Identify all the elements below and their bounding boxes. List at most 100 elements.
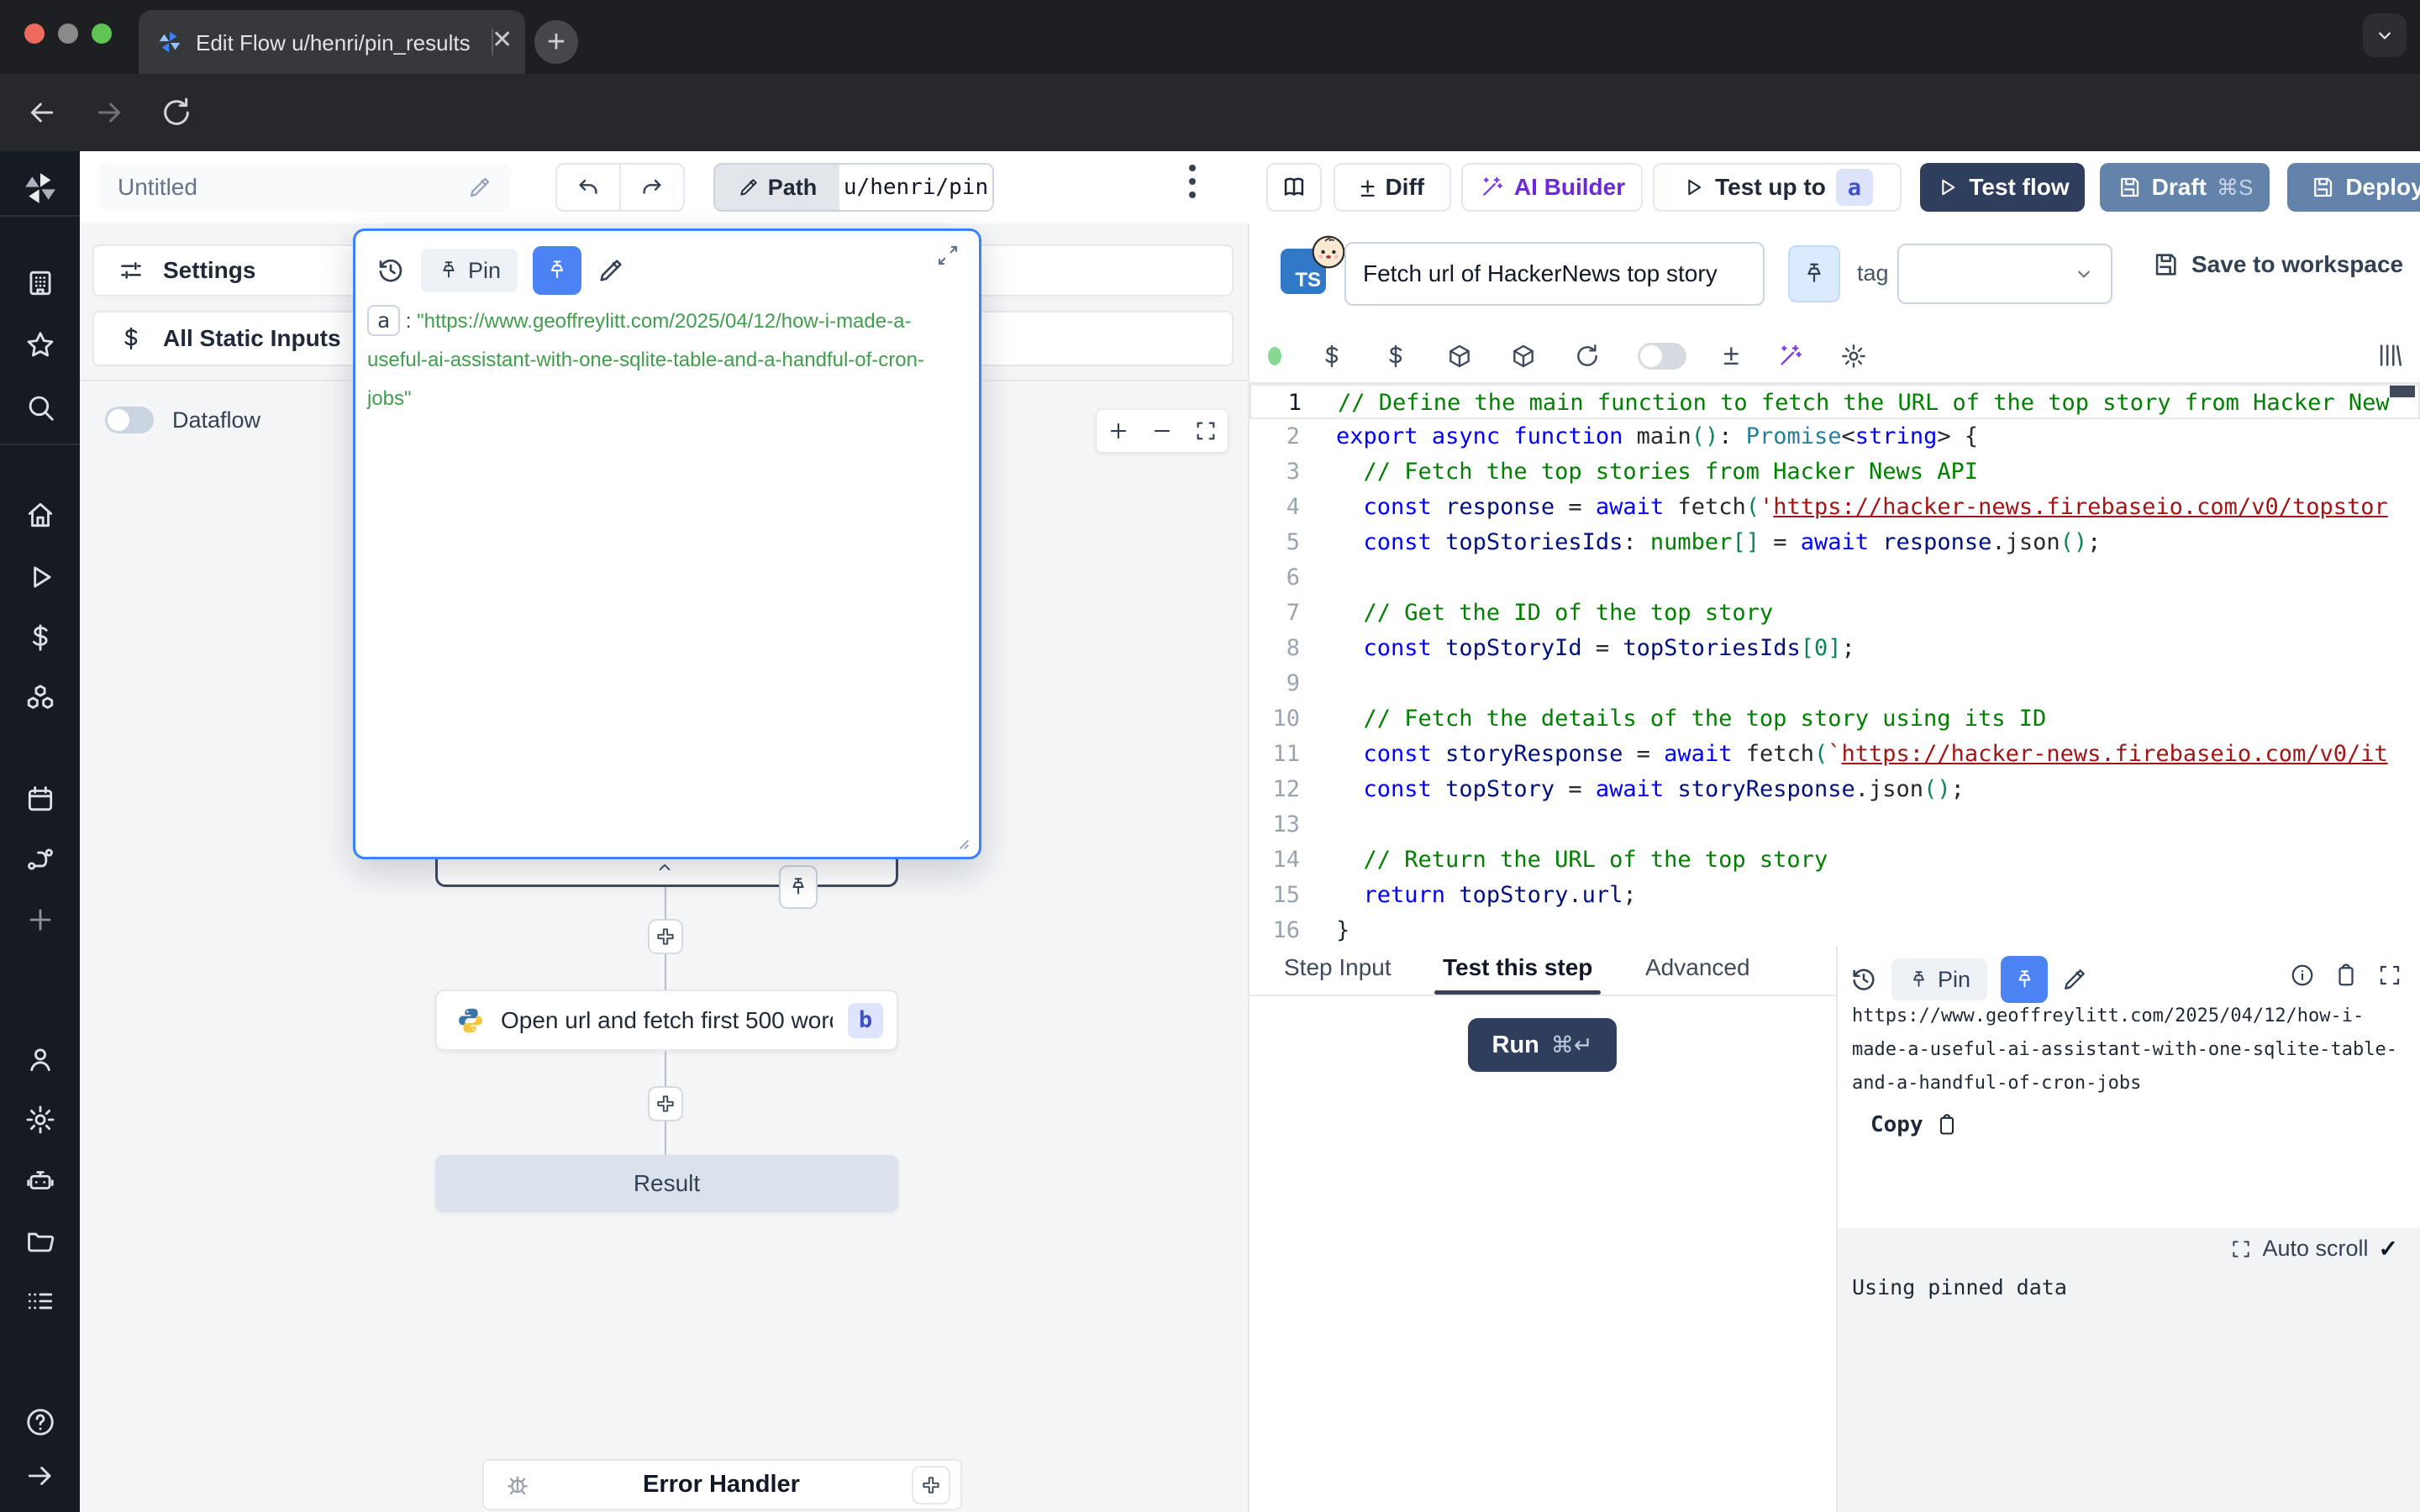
code-line[interactable]: 9 bbox=[1249, 666, 2420, 701]
schedules-calendar-icon[interactable] bbox=[24, 783, 56, 815]
path-group[interactable]: Path u/henri/pin bbox=[713, 163, 994, 212]
favorites-star-icon[interactable] bbox=[24, 329, 56, 361]
resize-handle[interactable] bbox=[949, 829, 971, 851]
code-line[interactable]: 1// Define the main function to fetch th… bbox=[1249, 384, 2420, 419]
runs-play-icon[interactable] bbox=[24, 561, 56, 593]
editor-settings-gear-icon[interactable] bbox=[1840, 343, 1867, 370]
save-to-workspace-button[interactable]: Save to workspace bbox=[2151, 250, 2403, 279]
search-icon[interactable] bbox=[24, 391, 56, 423]
user-icon[interactable] bbox=[24, 1043, 56, 1075]
tag-select[interactable] bbox=[1897, 244, 2112, 304]
ai-wand-icon[interactable] bbox=[1776, 343, 1803, 370]
code-line[interactable]: 5 const topStoriesIds: number[] = await … bbox=[1249, 525, 2420, 560]
expand-icon[interactable] bbox=[2377, 963, 2402, 988]
tab-test-this-step[interactable]: Test this step bbox=[1443, 954, 1592, 981]
clipboard-icon[interactable] bbox=[2333, 963, 2359, 988]
code-line[interactable]: 11 const storyResponse = await fetch(`ht… bbox=[1249, 737, 2420, 772]
close-window-button[interactable] bbox=[24, 24, 45, 44]
package-icon[interactable] bbox=[1510, 343, 1537, 370]
history-icon[interactable] bbox=[376, 255, 406, 286]
test-up-to-button[interactable]: Test up to a bbox=[1653, 163, 1902, 212]
pin-tab-button[interactable]: Pin bbox=[421, 249, 518, 292]
insert-step-button[interactable] bbox=[648, 1086, 683, 1121]
tab-search-button[interactable] bbox=[2363, 13, 2407, 57]
code-line[interactable]: 4 const response = await fetch('https://… bbox=[1249, 490, 2420, 525]
windmill-logo[interactable] bbox=[22, 170, 54, 202]
new-tab-button[interactable]: + bbox=[534, 20, 578, 64]
resources-cubes-icon[interactable] bbox=[24, 682, 56, 714]
code-line[interactable]: 6 bbox=[1249, 560, 2420, 596]
variables-dollar-icon[interactable] bbox=[1382, 343, 1409, 370]
logs-list-icon[interactable] bbox=[24, 1285, 56, 1317]
workspace-icon[interactable] bbox=[24, 267, 56, 299]
collapse-sidebar-arrow-icon[interactable] bbox=[24, 1460, 56, 1492]
pinned-value[interactable]: a : "https://www.geoffreylitt.com/2025/0… bbox=[367, 302, 967, 418]
tab-close-icon[interactable]: ✕ bbox=[492, 25, 513, 55]
code-line[interactable]: 8 const topStoryId = topStoriesIds[0]; bbox=[1249, 631, 2420, 666]
variables-dollar-icon[interactable] bbox=[24, 622, 56, 654]
code-line[interactable]: 16} bbox=[1249, 913, 2420, 948]
static-inputs-dollar-icon[interactable] bbox=[1318, 343, 1345, 370]
reload-icon[interactable] bbox=[1574, 343, 1601, 370]
run-button[interactable]: Run ⌘↵ bbox=[1468, 1018, 1617, 1072]
diff-plusminus-icon[interactable]: ± bbox=[1723, 339, 1739, 372]
test-flow-button[interactable]: Test flow bbox=[1920, 163, 2085, 212]
redo-button[interactable] bbox=[621, 174, 683, 201]
code-line[interactable]: 2export async function main(): Promise<s… bbox=[1249, 419, 2420, 454]
more-options-icon[interactable] bbox=[1189, 178, 1196, 185]
expand-icon[interactable] bbox=[935, 243, 960, 268]
draft-button[interactable]: Draft ⌘S bbox=[2100, 163, 2270, 212]
pin-tab-button[interactable]: Pin bbox=[1891, 958, 1987, 1000]
add-plus-icon[interactable] bbox=[24, 904, 56, 936]
history-icon[interactable] bbox=[1849, 965, 1878, 994]
info-icon[interactable] bbox=[2290, 963, 2315, 988]
code-line[interactable]: 14 // Return the URL of the top story bbox=[1249, 843, 2420, 878]
code-line[interactable]: 12 const topStory = await storyResponse.… bbox=[1249, 772, 2420, 807]
workers-robot-icon[interactable] bbox=[24, 1164, 56, 1196]
back-button[interactable] bbox=[25, 96, 59, 129]
pinned-toggle-button[interactable] bbox=[533, 246, 581, 295]
node-a-pin-badge[interactable] bbox=[779, 865, 818, 909]
undo-button[interactable] bbox=[557, 174, 619, 201]
dataflow-toggle[interactable] bbox=[105, 407, 154, 433]
result-value[interactable]: https://www.geoffreylitt.com/2025/04/12/… bbox=[1852, 1000, 2397, 1100]
browser-tab[interactable]: Edit Flow u/henri/pin_results ✕ bbox=[139, 10, 525, 74]
code-line[interactable]: 10 // Fetch the details of the top story… bbox=[1249, 701, 2420, 737]
insert-step-button[interactable] bbox=[648, 919, 683, 954]
path-edit-button[interactable]: Path bbox=[715, 165, 839, 210]
code-line[interactable]: 3 // Fetch the top stories from Hacker N… bbox=[1249, 454, 2420, 490]
zoom-out-icon[interactable] bbox=[1150, 419, 1174, 443]
ai-builder-button[interactable]: AI Builder bbox=[1461, 163, 1643, 212]
flow-node-result[interactable]: Result bbox=[435, 1155, 898, 1212]
maximize-window-button[interactable] bbox=[92, 24, 112, 44]
add-error-handler-button[interactable] bbox=[912, 1466, 950, 1504]
edit-pencil-icon[interactable] bbox=[2061, 966, 2088, 993]
docs-book-button[interactable] bbox=[1266, 163, 1322, 212]
error-handler-node[interactable]: Error Handler bbox=[482, 1459, 962, 1510]
forward-button[interactable] bbox=[92, 96, 126, 129]
help-icon[interactable] bbox=[24, 1406, 56, 1438]
fit-view-icon[interactable] bbox=[1194, 419, 1218, 443]
flow-name-input[interactable]: Untitled bbox=[99, 163, 511, 212]
pin-input-button[interactable] bbox=[1788, 245, 1840, 302]
code-line[interactable]: 13 bbox=[1249, 807, 2420, 843]
pinned-toggle-button[interactable] bbox=[2001, 956, 2048, 1003]
deploy-button[interactable]: Deploy bbox=[2287, 163, 2420, 212]
code-line[interactable]: 15 return topStory.url; bbox=[1249, 878, 2420, 913]
zoom-in-icon[interactable] bbox=[1107, 419, 1130, 443]
home-icon[interactable] bbox=[24, 499, 56, 531]
reload-button[interactable] bbox=[160, 96, 193, 129]
flow-node-b[interactable]: Open url and fetch first 500 words of ..… bbox=[435, 990, 898, 1051]
folders-icon[interactable] bbox=[24, 1225, 56, 1257]
copy-button[interactable]: Copy bbox=[1870, 1112, 1959, 1137]
code-line[interactable]: 7 // Get the ID of the top story bbox=[1249, 596, 2420, 631]
test-up-to-target-badge[interactable]: a bbox=[1836, 169, 1873, 206]
diff-button[interactable]: ± Diff bbox=[1334, 163, 1451, 212]
tab-step-input[interactable]: Step Input bbox=[1284, 954, 1392, 981]
package-icon[interactable] bbox=[1446, 343, 1473, 370]
edit-pencil-icon[interactable] bbox=[597, 256, 625, 285]
auto-scroll-control[interactable]: Auto scroll ✓ bbox=[2230, 1235, 2398, 1263]
editor-scrollbar[interactable] bbox=[2390, 386, 2415, 397]
gear-icon[interactable] bbox=[24, 1104, 56, 1136]
library-columns-icon[interactable] bbox=[2375, 341, 2404, 370]
